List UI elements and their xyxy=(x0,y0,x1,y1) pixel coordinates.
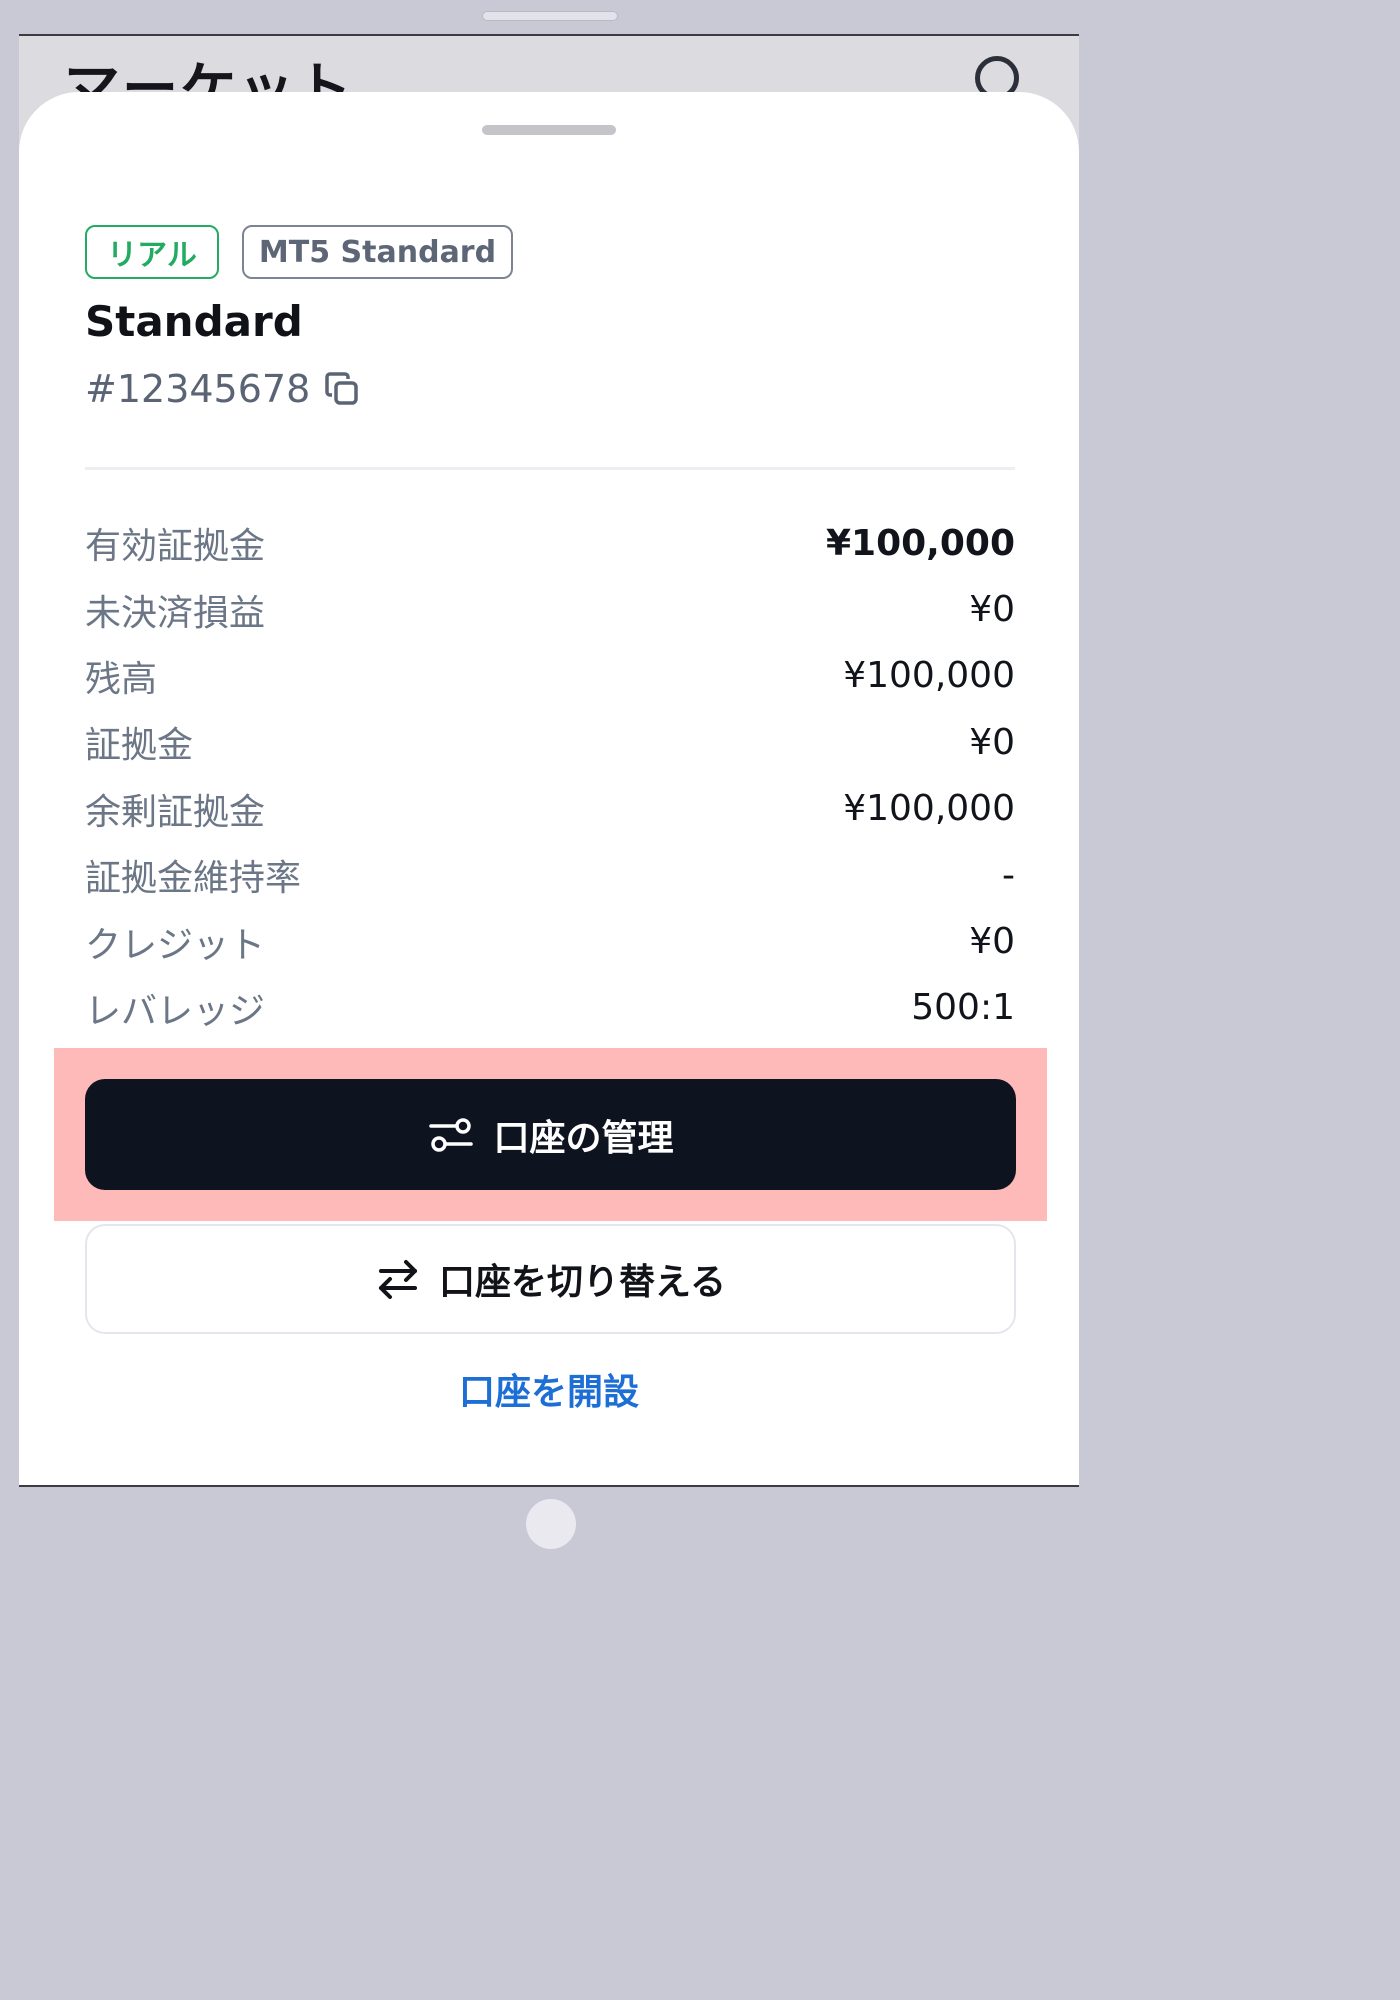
account-name: Standard xyxy=(85,297,303,346)
device-speaker xyxy=(482,11,618,21)
manage-account-label: 口座の管理 xyxy=(493,1117,674,1159)
stat-label: レバレッジ xyxy=(85,990,266,1032)
platform-badge: MT5 Standard xyxy=(242,225,513,279)
account-type-badge: リアル xyxy=(85,225,219,279)
stat-row-free-margin: 余剰証拠金 ¥100,000 xyxy=(85,776,1015,842)
stat-label: 余剰証拠金 xyxy=(85,791,266,833)
switch-account-label: 口座を切り替える xyxy=(439,1262,726,1303)
stat-label: 未決済損益 xyxy=(85,592,266,634)
stat-row-margin-level: 証拠金維持率 - xyxy=(85,842,1015,908)
switch-account-button[interactable]: 口座を切り替える xyxy=(85,1224,1016,1334)
screen: マーケット リアル MT5 Standard Standard #1234567… xyxy=(19,34,1079,1487)
stat-value: - xyxy=(1002,854,1015,896)
account-bottom-sheet: リアル MT5 Standard Standard #12345678 有効証拠… xyxy=(19,92,1079,1485)
stat-value: ¥0 xyxy=(969,721,1015,763)
stat-label: クレジット xyxy=(85,924,266,966)
stat-label: 証拠金維持率 xyxy=(85,858,302,900)
stat-row-equity: 有効証拠金 ¥100,000 xyxy=(85,510,1015,576)
settings-sliders-icon xyxy=(427,1115,475,1155)
stat-row-credit: クレジット ¥0 xyxy=(85,908,1015,974)
stat-value: ¥100,000 xyxy=(843,655,1015,697)
stat-row-leverage: レバレッジ 500:1 xyxy=(85,975,1015,1041)
stat-row-margin: 証拠金 ¥0 xyxy=(85,709,1015,775)
stat-value: 500:1 xyxy=(911,987,1015,1029)
stat-value: ¥100,000 xyxy=(825,522,1015,564)
device-home-button[interactable] xyxy=(526,1499,576,1549)
stat-label: 証拠金 xyxy=(85,725,194,767)
open-account-link[interactable]: 口座を開設 xyxy=(19,1363,1079,1415)
copy-icon[interactable] xyxy=(324,371,360,407)
divider xyxy=(85,467,1015,470)
manage-account-button[interactable]: 口座の管理 xyxy=(85,1079,1016,1190)
stat-value: ¥100,000 xyxy=(843,788,1015,830)
account-number: #12345678 xyxy=(85,367,311,411)
stat-row-unrealized-pnl: 未決済損益 ¥0 xyxy=(85,576,1015,642)
account-number-row: #12345678 xyxy=(85,367,360,411)
swap-arrows-icon xyxy=(375,1256,421,1302)
device-frame: マーケット リアル MT5 Standard Standard #1234567… xyxy=(0,0,1098,1568)
stat-row-balance: 残高 ¥100,000 xyxy=(85,643,1015,709)
stat-value: ¥0 xyxy=(969,921,1015,963)
account-stats-list: 有効証拠金 ¥100,000 未決済損益 ¥0 残高 ¥100,000 証拠金 … xyxy=(85,510,1015,1041)
stat-label: 残高 xyxy=(85,658,158,700)
sheet-drag-handle[interactable] xyxy=(482,125,616,135)
stat-label: 有効証拠金 xyxy=(85,526,266,568)
stat-value: ¥0 xyxy=(969,589,1015,631)
